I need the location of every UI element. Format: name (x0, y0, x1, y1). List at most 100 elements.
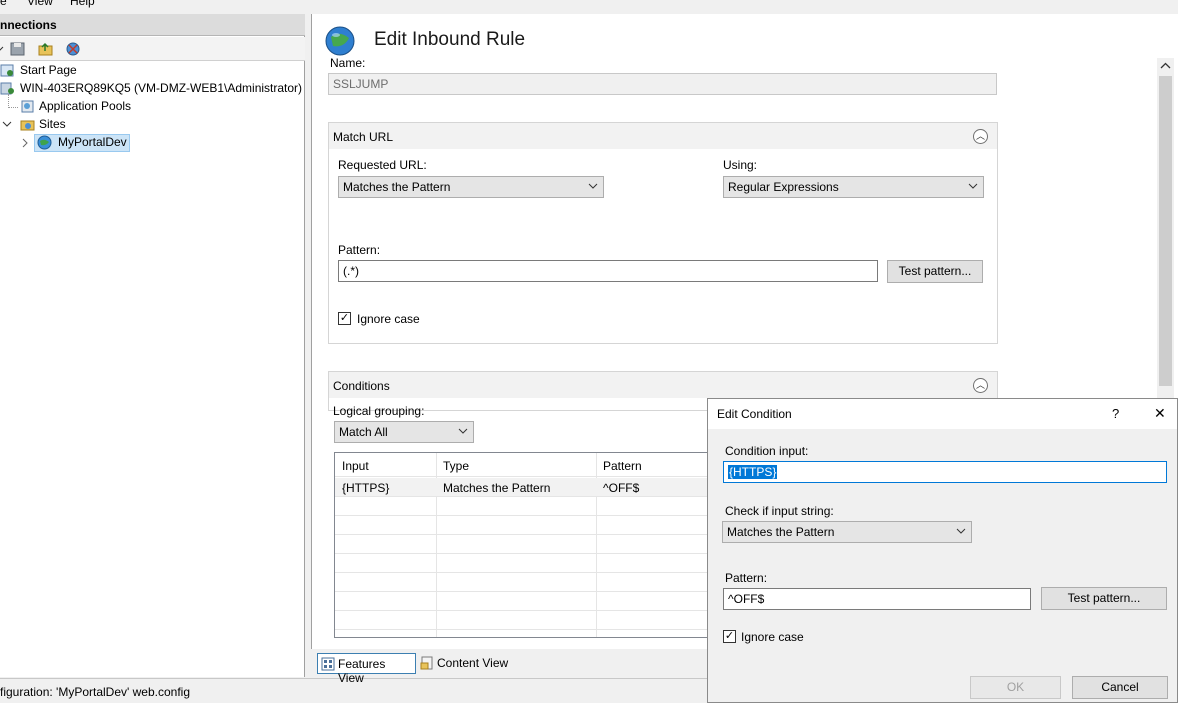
table-header: Input Type Pattern (335, 453, 713, 477)
pattern-label: Pattern: (338, 243, 381, 257)
column-header-type[interactable]: Type (443, 459, 469, 473)
condition-pattern-input[interactable]: ^OFF$ (723, 588, 1031, 610)
table-row (335, 611, 713, 630)
tab-content-view[interactable]: Content View (417, 653, 521, 674)
tree-item-myportaldev[interactable]: MyPortalDev (0, 134, 300, 152)
tree-connector (8, 94, 9, 108)
table-row (335, 497, 713, 516)
application-pools-icon (20, 99, 35, 114)
dropdown-arrow-icon[interactable] (0, 42, 9, 56)
tree-item-label: Sites (39, 117, 66, 131)
pattern-input[interactable]: (.*) (338, 260, 878, 282)
using-label: Using: (723, 158, 758, 172)
collapse-icon[interactable]: ︿ (973, 129, 988, 144)
tree-item-label: MyPortalDev (58, 135, 127, 149)
globe-icon (325, 26, 355, 56)
chevron-down-icon (588, 179, 598, 196)
dialog-ignore-case-label: Ignore case (741, 630, 804, 644)
dropdown-value: Match All (339, 425, 388, 439)
dialog-ignore-case-checkbox[interactable]: ✓ (723, 630, 736, 643)
tab-features-view[interactable]: Features View (317, 653, 416, 685)
connections-header: nnections (0, 14, 305, 36)
name-label: Name: (330, 56, 366, 70)
table-row[interactable]: {HTTPS} Matches the Pattern ^OFF$ (335, 478, 713, 497)
menu-item-view[interactable]: View (27, 0, 53, 8)
table-row (335, 554, 713, 573)
dropdown-value: Regular Expressions (728, 180, 839, 194)
group-title: Conditions (333, 379, 390, 393)
logical-grouping-dropdown[interactable]: Match All (334, 421, 474, 443)
table-row (335, 592, 713, 611)
tree-item-sites[interactable]: Sites (0, 116, 300, 134)
conditions-table: Input Type Pattern {HTTPS} Matches the P… (334, 452, 714, 638)
tree-item-label: Start Page (20, 63, 77, 77)
cancel-button[interactable]: Cancel (1072, 676, 1168, 699)
condition-input-field[interactable]: {HTTPS} (723, 461, 1167, 483)
tree-item-server[interactable]: WIN-403ERQ89KQ5 (VM-DMZ-WEB1\Administrat… (0, 80, 302, 98)
connections-pane: nnections Start Page WIN-403ERQ89KQ5 (VM… (0, 14, 305, 677)
help-button[interactable]: ? (1112, 406, 1119, 421)
cell-pattern: ^OFF$ (603, 481, 640, 495)
table-row (335, 573, 713, 592)
menu-item-file[interactable]: e (0, 0, 7, 8)
dialog-title: Edit Condition (717, 407, 792, 421)
connections-toolbar (0, 37, 305, 61)
requested-url-dropdown[interactable]: Matches the Pattern (338, 176, 604, 198)
features-view-icon (321, 657, 335, 671)
tab-label: Content View (437, 656, 509, 670)
scrollbar-thumb[interactable] (1159, 76, 1172, 386)
start-page-icon (0, 63, 15, 78)
collapse-icon[interactable]: ︿ (973, 378, 988, 393)
selected-text: {HTTPS} (728, 465, 778, 479)
chevron-right-icon[interactable] (21, 136, 29, 153)
test-pattern-button[interactable]: Test pattern... (887, 260, 983, 283)
cell-input: {HTTPS} (342, 481, 390, 495)
menu-bar: e View Help (0, 0, 1178, 8)
logical-grouping-label: Logical grouping: (333, 404, 425, 418)
view-tabs: Features View Content View (311, 650, 711, 685)
dialog-test-pattern-button[interactable]: Test pattern... (1041, 587, 1167, 610)
column-header-input[interactable]: Input (342, 459, 369, 473)
rule-name-field[interactable]: SSLJUMP (328, 73, 997, 95)
ok-button[interactable]: OK (970, 676, 1061, 699)
sites-folder-icon (20, 117, 35, 132)
match-url-header: Match URL ︿ (329, 123, 997, 149)
edit-condition-dialog: Edit Condition ? ✕ Condition input: {HTT… (707, 398, 1178, 703)
conditions-header: Conditions ︿ (329, 372, 997, 398)
chevron-down-icon[interactable] (2, 117, 12, 134)
tree-item-label: Application Pools (39, 99, 132, 113)
group-title: Match URL (333, 130, 394, 144)
dropdown-value: Matches the Pattern (727, 525, 835, 539)
content-view-icon (420, 656, 434, 670)
requested-url-label: Requested URL: (338, 158, 427, 172)
connect-icon[interactable] (66, 42, 81, 56)
dropdown-value: Matches the Pattern (343, 180, 451, 194)
dialog-title-bar: Edit Condition ? ✕ (708, 399, 1177, 429)
scroll-up-icon[interactable] (1160, 60, 1171, 74)
chevron-down-icon (968, 179, 978, 196)
tree-item-start-page[interactable]: Start Page (0, 62, 300, 80)
table-row (335, 516, 713, 535)
chevron-down-icon (458, 424, 468, 441)
pattern-label: Pattern: (725, 571, 768, 585)
tree-item-application-pools[interactable]: Application Pools (0, 94, 300, 116)
globe-icon (37, 135, 52, 150)
tree-connector (8, 107, 18, 108)
table-row (335, 535, 713, 554)
chevron-down-icon (956, 524, 966, 541)
column-header-pattern[interactable]: Pattern (603, 459, 642, 473)
status-text: figuration: 'MyPortalDev' web.config (0, 685, 191, 699)
save-icon[interactable] (10, 42, 25, 56)
ignore-case-label: Ignore case (357, 312, 420, 326)
check-input-dropdown[interactable]: Matches the Pattern (722, 521, 972, 543)
match-url-group: Match URL ︿ (328, 122, 998, 344)
using-dropdown[interactable]: Regular Expressions (723, 176, 984, 198)
ignore-case-checkbox[interactable]: ✓ (338, 312, 351, 325)
up-folder-icon[interactable] (38, 42, 53, 56)
check-input-label: Check if input string: (725, 504, 834, 518)
condition-input-label: Condition input: (725, 444, 809, 458)
close-button[interactable]: ✕ (1154, 405, 1166, 422)
menu-item-help[interactable]: Help (70, 0, 95, 8)
page-title: Edit Inbound Rule (374, 29, 526, 50)
cell-type: Matches the Pattern (443, 481, 551, 495)
